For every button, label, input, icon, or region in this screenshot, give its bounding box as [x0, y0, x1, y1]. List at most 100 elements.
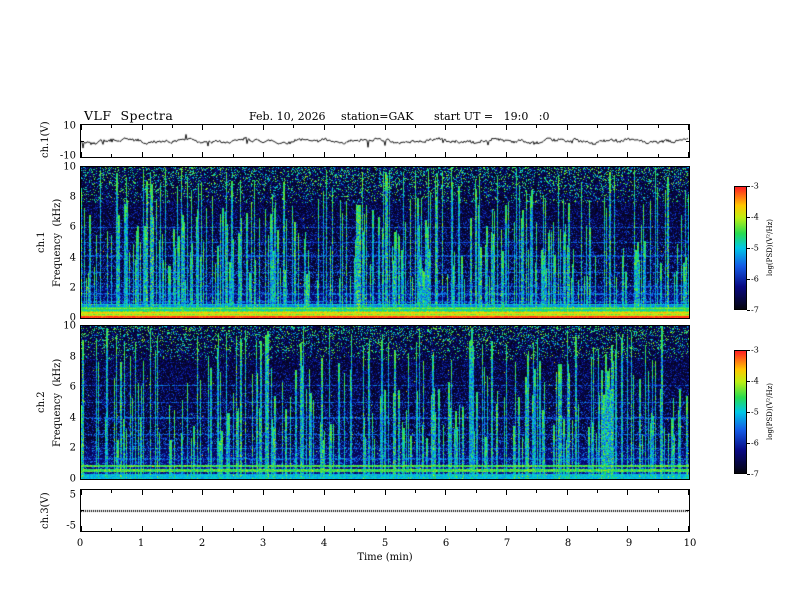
axis-tick — [476, 490, 477, 493]
axis-tick — [233, 490, 234, 493]
axis-tick — [567, 490, 568, 495]
ch3-trace-canvas — [81, 490, 689, 531]
axis-tick — [415, 154, 416, 157]
axis-tick — [688, 125, 689, 130]
date-label: Feb. 10, 2026 — [249, 110, 326, 123]
axis-tick — [324, 526, 325, 531]
colorbar-tick — [747, 474, 750, 475]
axis-tick — [172, 154, 173, 157]
axis-tick — [385, 490, 386, 495]
axis-tick — [658, 490, 659, 493]
axis-tick — [658, 154, 659, 157]
axis-tick — [293, 125, 294, 128]
axis-tick — [81, 125, 82, 130]
axis-tick — [172, 490, 173, 493]
y-tick-label: -5 — [66, 520, 76, 532]
axis-tick — [263, 526, 264, 531]
axis-tick — [597, 125, 598, 128]
axis-tick — [81, 152, 82, 157]
y-tick-label: 8 — [69, 191, 76, 203]
axis-tick — [81, 510, 84, 511]
colorbar-tick — [747, 248, 750, 249]
axis-tick — [597, 154, 598, 157]
axis-tick — [111, 154, 112, 157]
y-tick-label: 6 — [69, 221, 76, 233]
ch3-trace-panel — [80, 489, 690, 532]
axis-tick — [111, 490, 112, 493]
y-tick-label: 2 — [69, 282, 76, 294]
axis-tick — [385, 526, 386, 531]
y-tick-label: 10 — [63, 320, 76, 332]
colorbar-tick-label: -7 — [751, 305, 759, 315]
axis-tick — [111, 528, 112, 531]
x-axis-title: Time (min) — [357, 552, 413, 563]
axis-tick — [293, 154, 294, 157]
axis-tick — [324, 125, 325, 130]
axis-tick — [688, 526, 689, 531]
axis-tick — [202, 125, 203, 130]
x-tick-label: 1 — [137, 538, 145, 549]
axis-tick — [445, 152, 446, 157]
axis-tick — [658, 125, 659, 128]
axis-tick — [686, 141, 689, 142]
ch2-spectrogram-panel — [80, 325, 690, 480]
colorbar-tick-label: -3 — [751, 345, 759, 355]
colorbar-tick — [747, 381, 750, 382]
y-tick-label: 6 — [69, 381, 76, 393]
colorbar-tick — [747, 217, 750, 218]
axis-tick — [142, 490, 143, 495]
axis-tick — [81, 141, 84, 142]
axis-tick — [506, 125, 507, 130]
axis-tick — [202, 152, 203, 157]
axis-tick — [263, 125, 264, 130]
colorbar-tick — [747, 350, 750, 351]
axis-tick — [597, 528, 598, 531]
axis-tick — [233, 154, 234, 157]
axis-tick — [627, 125, 628, 130]
axis-tick — [567, 152, 568, 157]
ch1-colorbar-label: log(PSD)(V²/Hz) — [766, 219, 774, 277]
axis-tick — [324, 152, 325, 157]
axis-tick — [476, 125, 477, 128]
axis-tick — [354, 154, 355, 157]
axis-tick — [324, 490, 325, 495]
axis-tick — [658, 528, 659, 531]
axis-tick — [536, 125, 537, 128]
colorbar-tick-label: -3 — [751, 181, 759, 191]
axis-tick — [415, 125, 416, 128]
axis-tick — [81, 490, 82, 495]
ch1-colorbar-canvas — [735, 187, 746, 309]
y-tick-label: -10 — [59, 150, 76, 162]
x-tick-label: 9 — [625, 538, 633, 549]
axis-tick — [293, 528, 294, 531]
ch2-colorbar-canvas — [735, 351, 746, 473]
start-ut-label: start UT = 19:0 :0 — [434, 110, 550, 123]
axis-tick — [385, 125, 386, 130]
station-label: station=GAK — [341, 110, 414, 123]
ch1-channel-label: ch.1 — [36, 231, 47, 254]
vlf-spectra-figure: VLF Spectra Feb. 10, 2026 station=GAK st… — [0, 0, 792, 612]
y-tick-label: 10 — [63, 161, 76, 173]
axis-tick — [688, 490, 689, 495]
axis-tick — [233, 528, 234, 531]
y-tick-label: 4 — [69, 412, 76, 424]
ch1-spectrogram-canvas — [81, 167, 689, 318]
ch1-colorbar — [734, 186, 747, 310]
axis-tick — [354, 490, 355, 493]
axis-tick — [445, 125, 446, 130]
y-tick-label: 4 — [69, 252, 76, 264]
axis-tick — [627, 526, 628, 531]
axis-tick — [476, 528, 477, 531]
y-tick-label: 10 — [63, 120, 76, 132]
axis-tick — [415, 528, 416, 531]
axis-tick — [142, 152, 143, 157]
axis-tick — [415, 490, 416, 493]
axis-tick — [445, 490, 446, 495]
colorbar-tick — [747, 310, 750, 311]
figure-title: VLF Spectra — [84, 108, 174, 123]
axis-tick — [111, 125, 112, 128]
y-tick-label: 8 — [69, 351, 76, 363]
y-tick-label: 2 — [69, 442, 76, 454]
colorbar-tick — [747, 279, 750, 280]
ch2-colorbar-label: log(PSD)(V²/Hz) — [766, 383, 774, 441]
